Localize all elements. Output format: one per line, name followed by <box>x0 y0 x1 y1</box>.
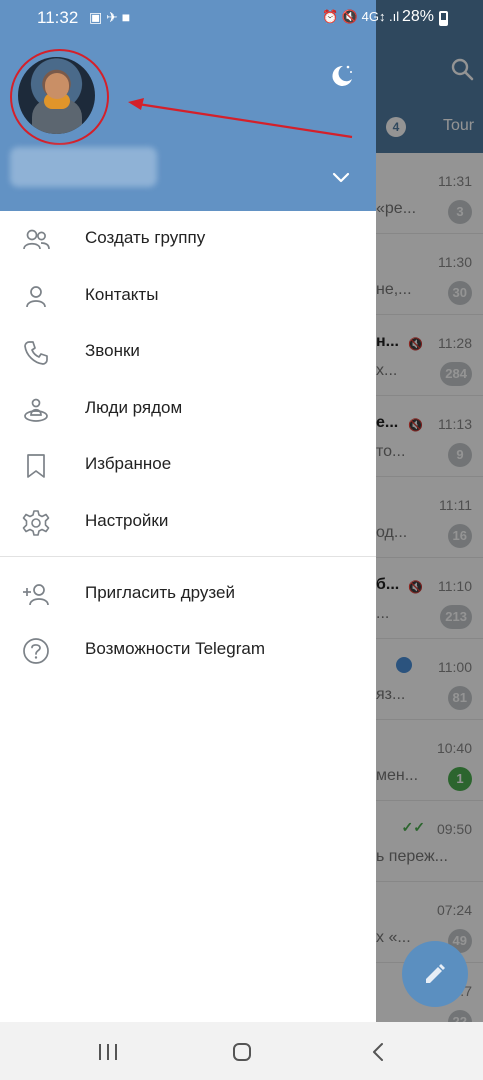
menu-item-people-nearby[interactable]: Люди рядом <box>0 381 376 438</box>
annotation-arrow <box>128 98 353 139</box>
gear-icon <box>22 510 50 536</box>
menu-label: Возможности Telegram <box>85 639 265 659</box>
compose-button[interactable] <box>402 941 468 1007</box>
menu-label: Контакты <box>85 284 159 304</box>
menu-divider <box>0 551 376 566</box>
menu-item-settings[interactable]: Настройки <box>0 494 376 551</box>
recents-icon[interactable] <box>96 1042 120 1062</box>
home-icon[interactable] <box>232 1042 252 1062</box>
group-icon <box>23 229 50 250</box>
add-person-icon <box>23 583 49 605</box>
menu-item-contacts[interactable]: Контакты <box>0 268 376 325</box>
drawer-menu: Создать группу Контакты Звонки Люди рядо… <box>0 211 376 679</box>
menu-item-telegram-features[interactable]: Возможности Telegram <box>0 622 376 679</box>
people-nearby-icon <box>24 398 48 422</box>
help-icon <box>23 638 49 665</box>
menu-item-invite-friends[interactable]: Пригласить друзей <box>0 566 376 623</box>
back-icon[interactable] <box>371 1041 385 1063</box>
menu-label: Пригласить друзей <box>85 582 235 602</box>
moon-icon[interactable] <box>328 63 354 89</box>
annotation-circle <box>10 49 109 145</box>
menu-label: Избранное <box>85 454 172 474</box>
phone-icon <box>24 341 48 366</box>
menu-label: Настройки <box>85 510 169 530</box>
menu-item-new-group[interactable]: Создать группу <box>0 211 376 268</box>
bookmark-icon <box>27 454 45 479</box>
account-name-blurred <box>10 147 157 187</box>
menu-item-calls[interactable]: Звонки <box>0 324 376 381</box>
screen: 4 Tour 11:31 «ре... 3 11:30 не,... 30 н... 🔇 11:… <box>0 0 483 1080</box>
status-time: 11:32 <box>37 8 79 27</box>
person-icon <box>26 285 46 307</box>
battery-icon <box>439 11 448 26</box>
menu-label: Люди рядом <box>85 397 183 417</box>
system-navigation-bar <box>0 1022 483 1080</box>
pencil-icon <box>426 964 445 983</box>
menu-label: Звонки <box>85 341 140 361</box>
battery-percent: 28% <box>402 8 435 25</box>
navigation-drawer: Создать группу Контакты Звонки Люди рядо… <box>0 0 376 1022</box>
chevron-down-icon[interactable] <box>330 166 352 188</box>
system-icons: ⏰ 🔇 4G↕ .ıl <box>322 9 400 24</box>
menu-label: Создать группу <box>85 228 206 247</box>
notification-icons: ▣ ✈ ■ <box>89 9 131 25</box>
status-bar: 11:32 ▣ ✈ ■ ⏰ 🔇 4G↕ .ıl 28% <box>0 0 483 36</box>
menu-item-saved[interactable]: Избранное <box>0 437 376 494</box>
